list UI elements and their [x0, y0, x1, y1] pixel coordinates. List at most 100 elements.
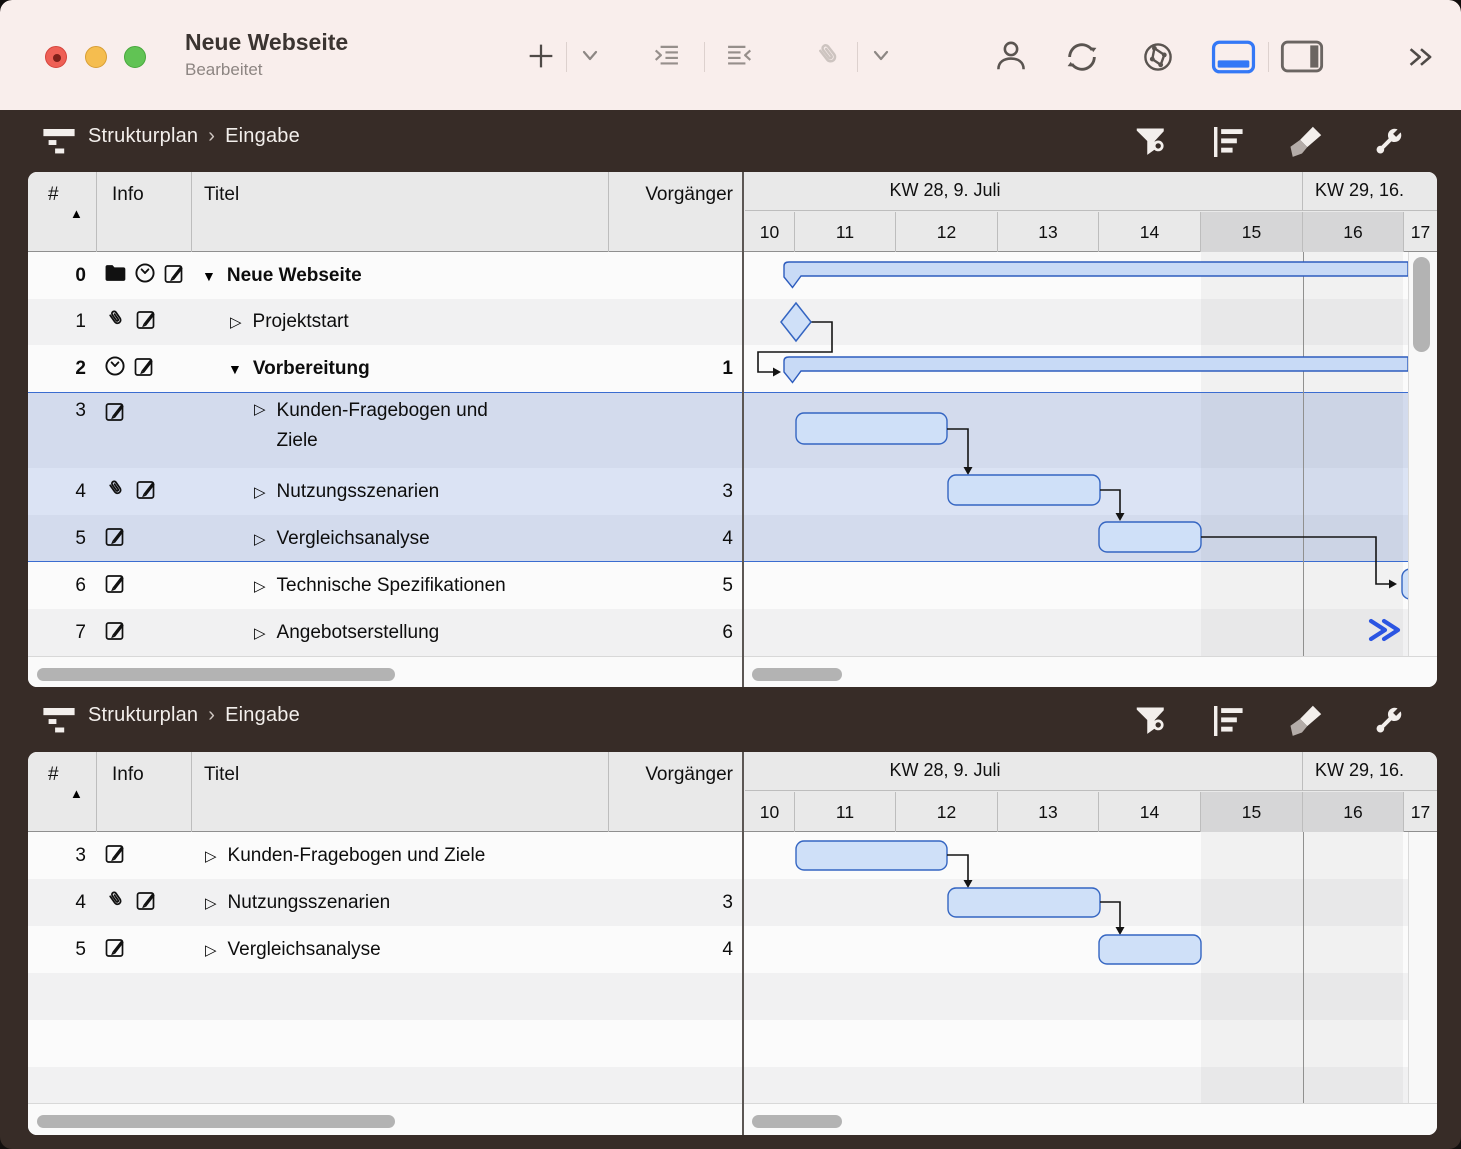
day-cell[interactable]: 17 [1404, 212, 1437, 252]
col-header-num[interactable]: # [48, 184, 59, 206]
day-cell[interactable]: 13 [998, 212, 1099, 252]
gantt-bar-task[interactable] [1099, 522, 1201, 552]
breadcrumb[interactable]: Strukturplan›Eingabe [88, 704, 300, 727]
panel-right-icon[interactable] [1280, 40, 1324, 78]
day-cell[interactable]: 12 [896, 792, 998, 832]
breadcrumb-view[interactable]: Strukturplan [88, 125, 198, 147]
predecessor-value: 5 [593, 562, 733, 609]
filter-icon[interactable] [1135, 127, 1167, 162]
table-row-selected[interactable]: 4 ▷Nutzungsszenarien 3 [28, 468, 743, 515]
gantt-bar-task[interactable] [948, 475, 1100, 505]
row-title: Nutzungsszenarien [228, 892, 391, 914]
settings-wrench-icon[interactable] [1370, 125, 1406, 164]
add-options-chevron-icon[interactable] [580, 48, 600, 69]
user-icon[interactable] [993, 38, 1029, 79]
disclosure-triangle[interactable]: ▷ [230, 313, 242, 331]
table-row[interactable]: 7 ▷Angebotserstellung 6 [28, 609, 743, 656]
gantt-milestone[interactable] [781, 303, 811, 341]
horizontal-scrollbar-track[interactable] [28, 656, 1437, 687]
table-row[interactable]: 5 ▷Vergleichsanalyse 4 [28, 926, 743, 973]
disclosure-triangle[interactable]: ▷ [254, 624, 266, 642]
disclosure-triangle[interactable]: ▷ [205, 894, 217, 912]
disclosure-triangle[interactable]: ▷ [254, 483, 266, 501]
col-header-predecessor[interactable]: Vorgänger [608, 184, 733, 206]
minimize-button[interactable] [85, 46, 107, 68]
day-cell[interactable]: 10 [745, 792, 795, 832]
breadcrumb-mode[interactable]: Eingabe [225, 704, 300, 726]
format-brush-icon[interactable] [1288, 705, 1324, 742]
outline-icon[interactable] [1208, 706, 1250, 741]
breadcrumb-view[interactable]: Strukturplan [88, 704, 198, 726]
gantt-bar-task[interactable] [796, 841, 947, 870]
col-header-info[interactable]: Info [112, 764, 144, 786]
day-cell[interactable]: 13 [998, 792, 1099, 832]
day-cell-weekend[interactable]: 15 [1201, 212, 1303, 252]
disclosure-triangle[interactable]: ▼ [228, 361, 242, 377]
day-cell[interactable]: 11 [795, 212, 896, 252]
col-header-predecessor[interactable]: Vorgänger [608, 764, 733, 786]
table-row-selected[interactable]: 5 ▷Vergleichsanalyse 4 [28, 515, 743, 562]
day-cell[interactable]: 14 [1099, 792, 1201, 832]
add-icon[interactable] [524, 39, 558, 78]
disclosure-triangle[interactable]: ▷ [205, 847, 217, 865]
close-button[interactable] [45, 46, 67, 68]
outdent-icon[interactable] [714, 42, 766, 73]
gantt-bar-summary[interactable] [784, 357, 1408, 383]
table-row[interactable]: 4 ▷Nutzungsszenarien 3 [28, 879, 743, 926]
horizontal-scrollbar-thumb[interactable] [37, 1115, 395, 1128]
col-header-num[interactable]: # [48, 764, 59, 786]
col-header-title[interactable]: Titel [204, 184, 239, 206]
vertical-scrollbar-track[interactable] [1408, 832, 1437, 1103]
day-cell[interactable]: 17 [1404, 792, 1437, 832]
view-header-top: Strukturplan›Eingabe [0, 110, 1461, 172]
zoom-button[interactable] [124, 46, 146, 68]
horizontal-scrollbar-thumb[interactable] [752, 1115, 842, 1128]
table-row[interactable]: 3 ▷Kunden-Fragebogen und Ziele [28, 832, 743, 879]
table-row[interactable]: 6 ▷Technische Spezifikationen 5 [28, 562, 743, 609]
gantt-bar-summary[interactable] [784, 262, 1408, 288]
filter-icon[interactable] [1135, 706, 1167, 741]
gantt-bar-task[interactable] [796, 413, 947, 444]
table-row[interactable]: 0 ▼Neue Webseite [28, 252, 743, 299]
table-gantt-splitter[interactable] [742, 752, 744, 1135]
col-header-title[interactable]: Titel [204, 764, 239, 786]
indent-icon[interactable] [640, 42, 692, 73]
breadcrumb[interactable]: Strukturplan›Eingabe [88, 125, 300, 148]
day-cell-weekend[interactable]: 16 [1303, 792, 1404, 832]
day-cell[interactable]: 10 [745, 212, 795, 252]
day-cell[interactable]: 11 [795, 792, 896, 832]
network-icon[interactable] [1140, 39, 1176, 80]
horizontal-scrollbar-thumb[interactable] [37, 668, 395, 681]
attachment-options-chevron-icon[interactable] [871, 48, 891, 69]
table-gantt-splitter[interactable] [742, 172, 744, 687]
table-row[interactable]: 2 ▼Vorbereitung 1 [28, 345, 743, 392]
disclosure-triangle[interactable]: ▷ [254, 400, 266, 418]
day-cell-weekend[interactable]: 16 [1303, 212, 1404, 252]
panel-bottom-icon[interactable] [1211, 40, 1256, 79]
sync-icon[interactable] [1063, 38, 1101, 81]
settings-wrench-icon[interactable] [1370, 704, 1406, 743]
wbs-view-icon[interactable] [42, 129, 76, 160]
horizontal-scrollbar-track[interactable] [28, 1103, 1437, 1135]
gantt-bar-task[interactable] [948, 888, 1100, 917]
table-row-selected[interactable]: 3 ▷Kunden-Fragebogen und Ziele [28, 392, 743, 468]
day-cell-weekend[interactable]: 15 [1201, 792, 1303, 832]
table-row[interactable]: 1 ▷Projektstart [28, 299, 743, 345]
gantt-bar-task[interactable] [1099, 935, 1201, 964]
col-header-info[interactable]: Info [112, 184, 144, 206]
offscreen-right-chevrons-icon[interactable] [1371, 621, 1398, 639]
disclosure-triangle[interactable]: ▷ [254, 577, 266, 595]
vertical-scrollbar-thumb[interactable] [1413, 257, 1430, 352]
wbs-view-icon[interactable] [42, 708, 76, 739]
format-brush-icon[interactable] [1288, 126, 1324, 163]
disclosure-triangle[interactable]: ▷ [254, 530, 266, 548]
day-cell[interactable]: 14 [1099, 212, 1201, 252]
horizontal-scrollbar-thumb[interactable] [752, 668, 842, 681]
disclosure-triangle[interactable]: ▼ [202, 268, 216, 284]
toolbar-divider [857, 42, 858, 72]
day-cell[interactable]: 12 [896, 212, 998, 252]
disclosure-triangle[interactable]: ▷ [205, 941, 217, 959]
outline-icon[interactable] [1208, 127, 1250, 162]
toolbar-overflow-icon[interactable] [1404, 44, 1438, 75]
breadcrumb-mode[interactable]: Eingabe [225, 125, 300, 147]
